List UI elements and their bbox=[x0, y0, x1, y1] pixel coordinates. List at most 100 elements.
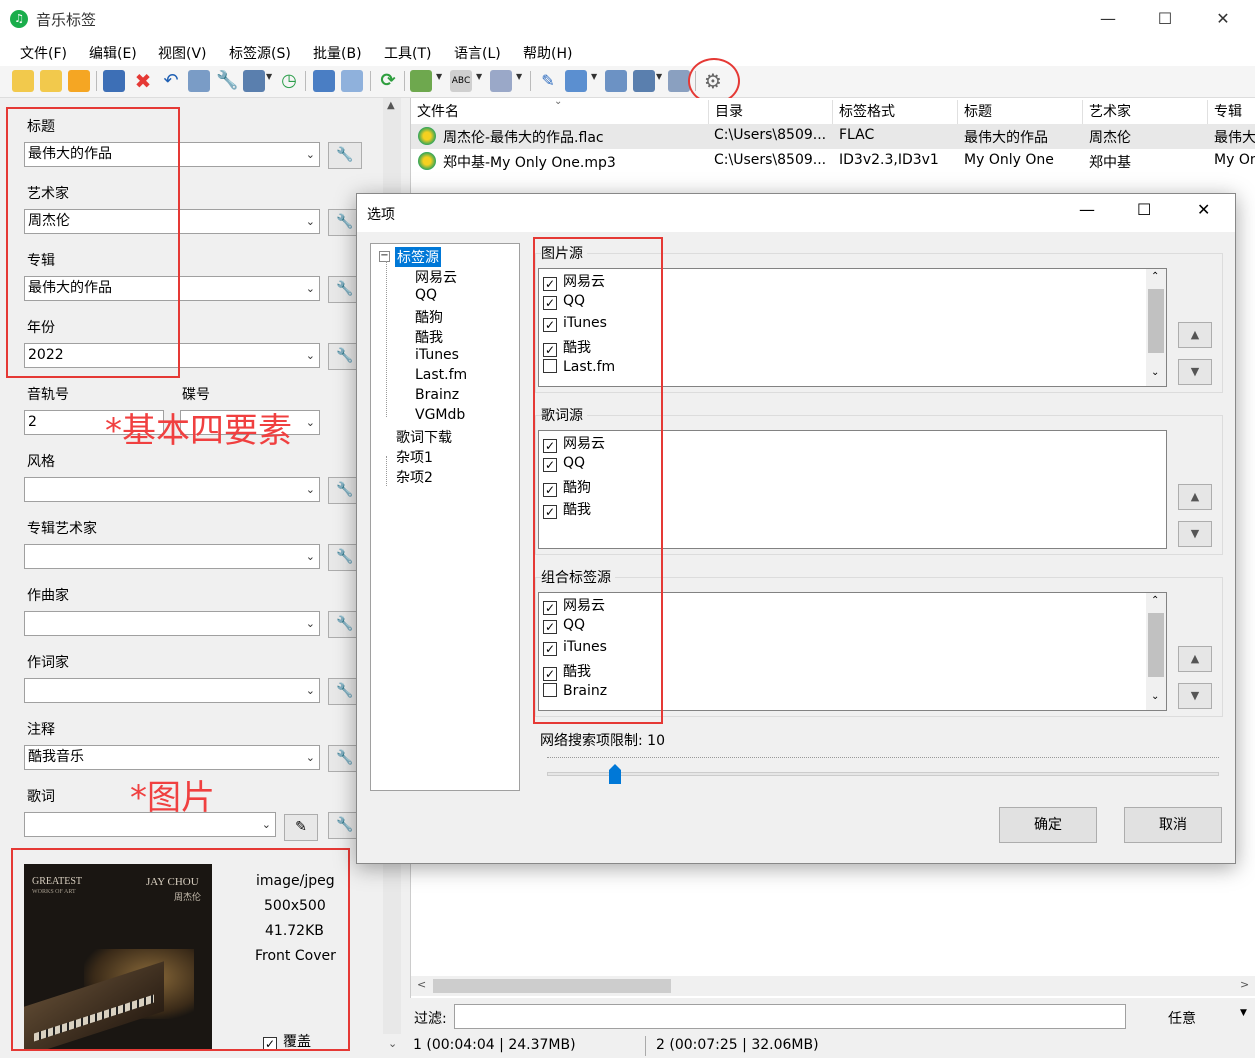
lyrics-edit-button[interactable]: ✎ bbox=[284, 814, 318, 841]
sort-chevron-icon: ⌄ bbox=[554, 96, 563, 107]
add-folder-icon[interactable] bbox=[40, 70, 62, 92]
filter-mode-select[interactable]: 任意 bbox=[1168, 1008, 1196, 1028]
book-icon[interactable] bbox=[188, 70, 210, 92]
horizontal-scrollbar[interactable]: < > bbox=[411, 976, 1255, 996]
chevron-down-icon: ⌄ bbox=[305, 550, 315, 563]
menu-help[interactable]: 帮助(H) bbox=[523, 43, 572, 63]
filter-input[interactable] bbox=[454, 1004, 1126, 1029]
chevron-down-icon: ⌄ bbox=[388, 1037, 398, 1050]
chevron-down-icon: ⌄ bbox=[1151, 691, 1160, 702]
dialog-title: 选项 bbox=[367, 207, 395, 223]
tag-edit-icon[interactable] bbox=[490, 70, 512, 92]
genre-combo[interactable]: ⌄ bbox=[24, 477, 320, 502]
chevron-down-icon: ⌄ bbox=[305, 349, 315, 362]
comment-combo[interactable]: 酷我音乐 ⌄ bbox=[24, 745, 320, 770]
menu-bar: 文件(F) 编辑(E) 视图(V) 标签源(S) 批量(B) 工具(T) 语言(… bbox=[0, 38, 1255, 66]
add-files-icon[interactable] bbox=[68, 70, 90, 92]
move-up-button[interactable]: ▲ bbox=[1178, 484, 1212, 510]
menu-edit[interactable]: 编辑(E) bbox=[89, 43, 137, 63]
paste-icon[interactable] bbox=[605, 70, 627, 92]
tree-item[interactable]: 网易云 bbox=[415, 267, 457, 287]
menu-batch[interactable]: 批量(B) bbox=[313, 43, 362, 63]
toolbar: ✖ ↶ 🔧 ▼ ◷ ⟳ ▼ ABC ▼ ▼ ✎ ▼ ▼ ⚙ bbox=[0, 66, 1255, 98]
refresh-icon[interactable]: ⟳ bbox=[377, 70, 399, 92]
picture-annotation: *图片 bbox=[130, 778, 215, 818]
table-row[interactable]: 郑中基-My Only One.mp3 C:\Users\8509... ID3… bbox=[411, 149, 1255, 174]
vertical-scrollbar[interactable]: ⌃ ⌄ bbox=[1146, 269, 1166, 386]
wrench-icon[interactable]: 🔧 bbox=[216, 70, 238, 92]
column-album[interactable]: 专辑 bbox=[1208, 100, 1255, 124]
chevron-up-icon: ⌃ bbox=[1151, 595, 1160, 606]
slider-thumb[interactable] bbox=[609, 764, 621, 784]
track-label: 音轨号 bbox=[27, 387, 69, 403]
maximize-button[interactable]: ☐ bbox=[1145, 6, 1185, 32]
title-wrench-button[interactable]: 🔧 bbox=[328, 142, 362, 169]
move-down-button[interactable]: ▼ bbox=[1178, 683, 1212, 709]
chevron-down-icon: ⌄ bbox=[261, 818, 271, 831]
menu-view[interactable]: 视图(V) bbox=[158, 43, 207, 63]
column-artist[interactable]: 艺术家 bbox=[1083, 100, 1208, 124]
move-down-button[interactable]: ▼ bbox=[1178, 359, 1212, 385]
tree-item[interactable]: Brainz bbox=[415, 387, 459, 403]
album-artist-combo[interactable]: ⌄ bbox=[24, 544, 320, 569]
history-icon[interactable]: ◷ bbox=[278, 70, 300, 92]
composer-label: 作曲家 bbox=[27, 588, 69, 604]
grid-icon[interactable] bbox=[313, 70, 335, 92]
menu-tools[interactable]: 工具(T) bbox=[384, 43, 431, 63]
cancel-button[interactable]: 取消 bbox=[1124, 807, 1222, 843]
table-row[interactable]: 周杰伦-最伟大的作品.flac C:\Users\8509... FLAC 最伟… bbox=[411, 124, 1255, 149]
options-dialog: 选项 — ☐ ✕ − 标签源 网易云 QQ 酷狗 酷我 iTunes Last.… bbox=[356, 193, 1236, 864]
menu-language[interactable]: 语言(L) bbox=[454, 43, 501, 63]
composer-combo[interactable]: ⌄ bbox=[24, 611, 320, 636]
open-folder-icon[interactable] bbox=[12, 70, 34, 92]
chevron-up-icon: ⌃ bbox=[1151, 271, 1160, 282]
search-limit-label: 网络搜索项限制: 10 bbox=[540, 733, 665, 749]
delete-icon[interactable]: ✖ bbox=[132, 70, 154, 92]
tools-icon[interactable]: ✎ bbox=[537, 70, 559, 92]
copy-icon[interactable] bbox=[565, 70, 587, 92]
column-directory[interactable]: 目录 bbox=[709, 100, 833, 124]
minimize-button[interactable]: — bbox=[1088, 6, 1128, 32]
dialog-close-button[interactable]: ✕ bbox=[1197, 200, 1210, 219]
music-file-icon bbox=[418, 152, 436, 170]
move-up-button[interactable]: ▲ bbox=[1178, 322, 1212, 348]
status-selected: 1 (00:04:04 | 24.37MB) bbox=[413, 1037, 576, 1053]
tree-item[interactable]: VGMdb bbox=[415, 407, 465, 423]
column-title[interactable]: 标题 bbox=[958, 100, 1083, 124]
image-icon[interactable] bbox=[410, 70, 432, 92]
album-artist-label: 专辑艺术家 bbox=[27, 521, 97, 537]
lyricist-combo[interactable]: ⌄ bbox=[24, 678, 320, 703]
move-down-button[interactable]: ▼ bbox=[1178, 521, 1212, 547]
convert-icon[interactable] bbox=[668, 70, 690, 92]
tree-item-lyrics-download[interactable]: 歌词下载 bbox=[396, 427, 452, 447]
move-up-button[interactable]: ▲ bbox=[1178, 646, 1212, 672]
tree-item[interactable]: 酷我 bbox=[415, 327, 443, 347]
menu-file[interactable]: 文件(F) bbox=[20, 43, 67, 63]
tag-icon[interactable] bbox=[243, 70, 265, 92]
lyrics-label: 歌词 bbox=[27, 789, 55, 805]
collapse-icon[interactable]: − bbox=[379, 251, 390, 262]
ok-button[interactable]: 确定 bbox=[999, 807, 1097, 843]
tree-item-misc1[interactable]: 杂项1 bbox=[396, 447, 433, 467]
basic-four-annotation: *基本四要素 bbox=[105, 411, 292, 451]
tree-item[interactable]: Last.fm bbox=[415, 367, 467, 383]
tree-item[interactable]: 酷狗 bbox=[415, 307, 443, 327]
search-limit-slider[interactable] bbox=[547, 772, 1219, 776]
tree-item-misc2[interactable]: 杂项2 bbox=[396, 467, 433, 487]
dialog-minimize-button[interactable]: — bbox=[1079, 200, 1095, 219]
tree-item[interactable]: iTunes bbox=[415, 347, 459, 363]
undo-icon[interactable]: ↶ bbox=[160, 70, 182, 92]
tree-item[interactable]: QQ bbox=[415, 287, 437, 303]
chevron-right-icon: > bbox=[1240, 978, 1250, 991]
vertical-scrollbar[interactable]: ⌃ ⌄ bbox=[1146, 593, 1166, 710]
abc-icon[interactable]: ABC bbox=[450, 70, 472, 92]
close-button[interactable]: ✕ bbox=[1203, 6, 1243, 32]
dialog-maximize-button[interactable]: ☐ bbox=[1137, 200, 1151, 219]
menu-tag-sources[interactable]: 标签源(S) bbox=[229, 43, 291, 63]
save-icon[interactable] bbox=[103, 70, 125, 92]
title-bar: ♫ 音乐标签 — ☐ ✕ bbox=[0, 0, 1255, 38]
tree-item-tag-sources[interactable]: 标签源 bbox=[395, 247, 441, 267]
column-tag-format[interactable]: 标签格式 bbox=[833, 100, 958, 124]
batch-tag-icon[interactable] bbox=[633, 70, 655, 92]
table-icon[interactable] bbox=[341, 70, 363, 92]
